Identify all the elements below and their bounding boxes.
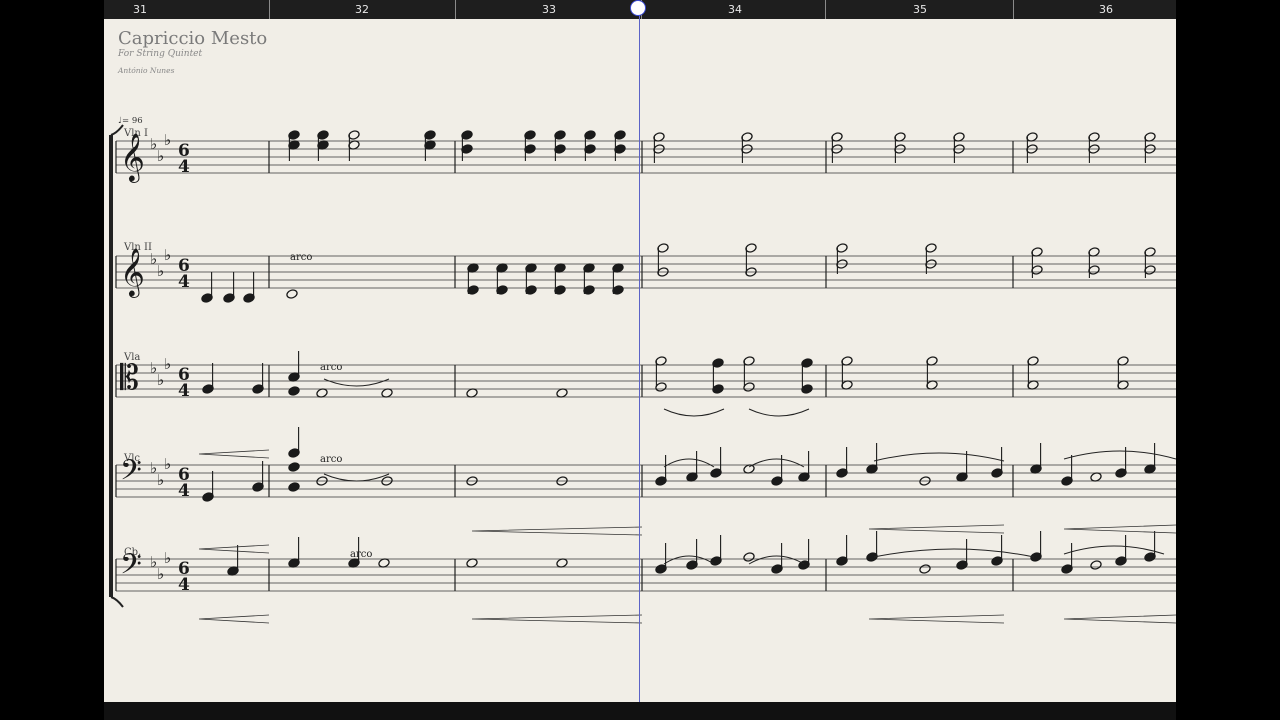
playhead-knob-icon[interactable] <box>630 0 646 16</box>
time-signature-bottom: 4 <box>178 381 190 401</box>
note-head <box>288 462 300 472</box>
hairpin <box>198 614 270 624</box>
clefs: 𝄞 ♭♭♭64𝄞 ♭♭♭64𝄡 ♭♭♭64𝄢 ♭♭♭64𝄢 ♭♭♭64 <box>120 131 190 595</box>
score-notation: 𝄞 ♭♭♭64𝄞 ♭♭♭64𝄡 ♭♭♭64𝄢 ♭♭♭64𝄢 ♭♭♭64 <box>109 124 1176 624</box>
notes <box>198 130 1176 624</box>
note-head <box>286 289 298 299</box>
hairpin <box>1063 614 1176 624</box>
time-signature-bottom: 4 <box>178 481 190 501</box>
hairpin <box>868 524 1005 534</box>
bracket-bottom <box>110 596 124 608</box>
note-head <box>288 482 300 492</box>
time-signature-bottom: 4 <box>178 272 190 292</box>
hairpin <box>198 449 270 459</box>
alto-clef-icon: 𝄡 <box>120 358 139 398</box>
score-page[interactable]: Capriccio Mesto For String Quintet Antón… <box>104 19 1176 702</box>
hairpin <box>1063 524 1176 534</box>
slur <box>323 473 390 482</box>
bottom-bar <box>104 702 1176 720</box>
flat-icon: ♭ <box>164 246 171 264</box>
slur <box>663 408 725 417</box>
note-head <box>288 386 300 396</box>
hairpin <box>868 614 1005 624</box>
bar-number[interactable]: 34 <box>728 3 742 16</box>
slur <box>873 452 1005 462</box>
flat-icon: ♭ <box>157 471 164 489</box>
slur <box>1063 450 1176 460</box>
staff-lines <box>116 140 1176 592</box>
treble-clef-icon: 𝄞 <box>120 132 145 183</box>
bar-number[interactable]: 31 <box>133 3 147 16</box>
hairpin <box>471 526 643 536</box>
flat-icon: ♭ <box>157 371 164 389</box>
note-head <box>919 564 931 574</box>
flat-icon: ♭ <box>157 262 164 280</box>
playhead-line[interactable] <box>639 8 640 702</box>
flat-icon: ♭ <box>164 455 171 473</box>
slur <box>748 458 805 468</box>
bar-divider <box>1013 0 1014 19</box>
bar-divider <box>269 0 270 19</box>
barlines <box>115 141 1014 591</box>
note-head <box>1090 560 1102 570</box>
bar-number[interactable]: 33 <box>542 3 556 16</box>
flat-icon: ♭ <box>164 355 171 373</box>
note-head <box>743 552 755 562</box>
bass-clef-icon: 𝄢 <box>120 454 142 494</box>
flat-icon: ♭ <box>157 147 164 165</box>
time-signature-bottom: 4 <box>178 157 190 177</box>
bar-divider <box>825 0 826 19</box>
flat-icon: ♭ <box>157 565 164 583</box>
hairpin <box>198 544 270 554</box>
slur <box>873 548 1035 558</box>
bar-number[interactable]: 35 <box>913 3 927 16</box>
slur <box>323 378 390 387</box>
flat-icon: ♭ <box>164 549 171 567</box>
treble-clef-icon: 𝄞 <box>120 247 145 298</box>
bar-divider <box>455 0 456 19</box>
bass-clef-icon: 𝄢 <box>120 548 142 588</box>
bar-number[interactable]: 36 <box>1099 3 1113 16</box>
slur <box>663 458 715 468</box>
time-signature-bottom: 4 <box>178 575 190 595</box>
slur <box>748 408 810 417</box>
slur <box>748 555 805 565</box>
flat-icon: ♭ <box>164 131 171 149</box>
hairpin <box>471 614 643 624</box>
bar-number[interactable]: 32 <box>355 3 369 16</box>
